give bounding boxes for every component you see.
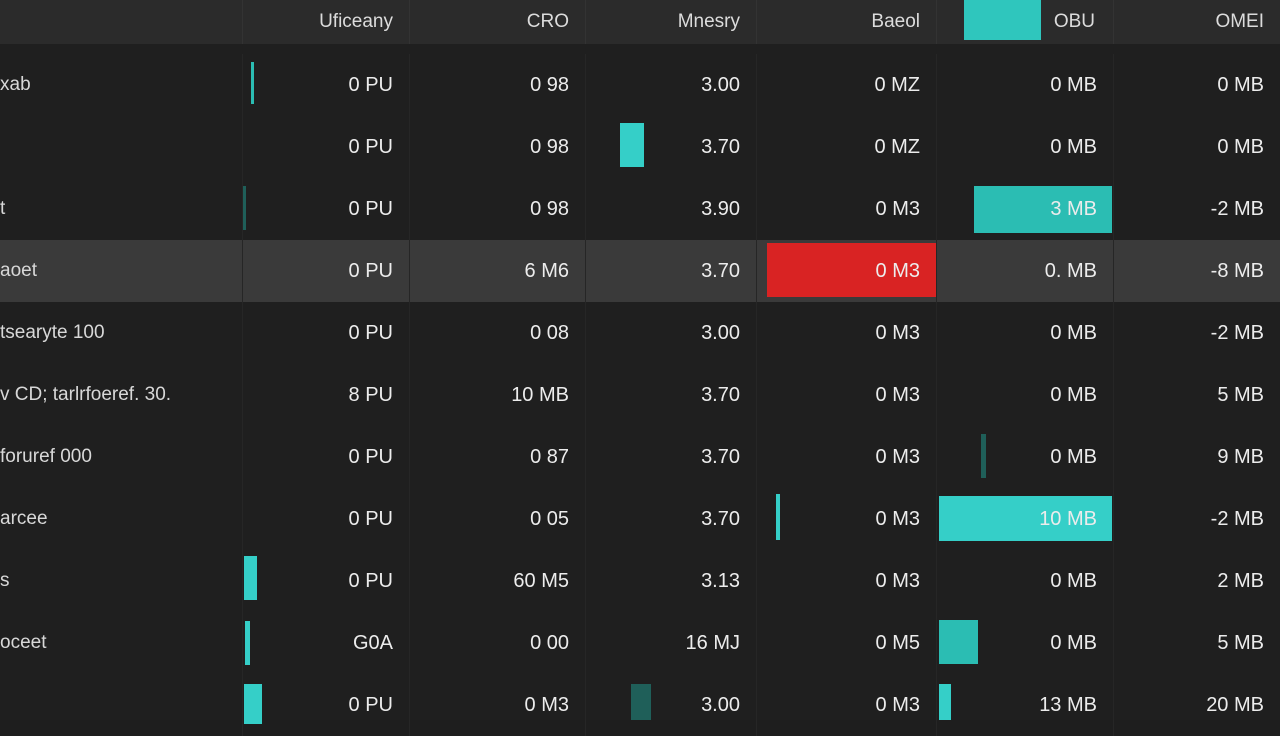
cell-col-3: 3.00 — [585, 302, 756, 364]
process-name: t — [0, 198, 6, 219]
cell-col-5: 0 MB — [936, 612, 1113, 674]
cell-col-5: 0 MB — [936, 550, 1113, 612]
cell-col-3: 3.70 — [585, 240, 756, 302]
cell-col-4: 0 M3 — [756, 550, 936, 612]
cell-col-5: 0 MB — [936, 426, 1113, 488]
process-monitor: Uficeany CRO Mnesry Baeol OBU OMEI xab 0… — [0, 0, 1280, 736]
header-col-4[interactable]: Baeol — [756, 0, 936, 44]
cell-col-4: 0 M5 — [756, 612, 936, 674]
cell-col-2: 0 98 — [409, 116, 585, 178]
cell-col-3: 3.00 — [585, 674, 756, 736]
cell-col-4: 0 M3 — [756, 364, 936, 426]
cell-col-1: 0 PU — [242, 302, 409, 364]
cell-col-3: 3.13 — [585, 550, 756, 612]
table-row[interactable]: t 0 PU 0 98 3.90 0 M3 3 MB -2 MB — [0, 178, 1280, 240]
cell-col-4: 0 M3 — [756, 426, 936, 488]
cell-col-6: 20 MB — [1113, 674, 1280, 736]
sort-indicator — [964, 0, 1041, 40]
process-name: aoet — [0, 260, 37, 281]
cell-col-3: 16 MJ — [585, 612, 756, 674]
header-name[interactable] — [0, 0, 242, 44]
cell-col-5: 0 MB — [936, 116, 1113, 178]
cell-col-2: 0 98 — [409, 178, 585, 240]
cell-col-6: 2 MB — [1113, 550, 1280, 612]
table-row[interactable]: tsearyte 100 0 PU 0 08 3.00 0 M3 0 MB -2… — [0, 302, 1280, 364]
table-header: Uficeany CRO Mnesry Baeol OBU OMEI — [0, 0, 1280, 44]
header-col-6[interactable]: OMEI — [1113, 0, 1280, 44]
table-row[interactable]: 0 PU 0 M3 3.00 0 M3 13 MB 20 MB — [0, 674, 1280, 736]
cell-col-5: 0 MB — [936, 364, 1113, 426]
process-name: tsearyte 100 — [0, 322, 105, 343]
cell-col-6: 0 MB — [1113, 54, 1280, 116]
cell-col-6: 9 MB — [1113, 426, 1280, 488]
cell-col-1: 0 PU — [242, 674, 409, 736]
cell-col-5: 3 MB — [936, 178, 1113, 240]
cell-col-1: 0 PU — [242, 116, 409, 178]
cell-col-6: -2 MB — [1113, 302, 1280, 364]
cell-col-6: 5 MB — [1113, 364, 1280, 426]
cell-col-6: -2 MB — [1113, 488, 1280, 550]
cell-col-2: 6 M6 — [409, 240, 585, 302]
table-row[interactable]: 0 PU 0 98 3.70 0 MZ 0 MB 0 MB — [0, 116, 1280, 178]
cell-col-3: 3.70 — [585, 116, 756, 178]
cell-col-4: 0 M3 — [756, 488, 936, 550]
cell-col-1: 0 PU — [242, 488, 409, 550]
cell-col-1: G0A — [242, 612, 409, 674]
process-name: arcee — [0, 508, 48, 529]
cell-col-1: 8 PU — [242, 364, 409, 426]
process-name — [0, 116, 242, 178]
cell-col-2: 60 M5 — [409, 550, 585, 612]
cell-col-2: 0 08 — [409, 302, 585, 364]
cell-col-3: 3.70 — [585, 488, 756, 550]
cell-col-2: 0 05 — [409, 488, 585, 550]
cell-col-3: 3.90 — [585, 178, 756, 240]
cell-col-4: 0 MZ — [756, 116, 936, 178]
cell-col-4: 0 MZ — [756, 54, 936, 116]
process-name: xab — [0, 74, 31, 95]
table-row[interactable]: arcee 0 PU 0 05 3.70 0 M3 10 MB -2 MB — [0, 488, 1280, 550]
process-name: s — [0, 570, 10, 591]
table-row[interactable]: oceet G0A 0 00 16 MJ 0 M5 0 MB 5 MB — [0, 612, 1280, 674]
cell-col-2: 10 MB — [409, 364, 585, 426]
cell-col-6: -8 MB — [1113, 240, 1280, 302]
cell-col-2: 0 00 — [409, 612, 585, 674]
table-row[interactable]: foruref 000 0 PU 0 87 3.70 0 M3 0 MB 9 M… — [0, 426, 1280, 488]
process-name — [0, 674, 242, 736]
cell-col-3: 3.70 — [585, 426, 756, 488]
cell-col-3: 3.70 — [585, 364, 756, 426]
cell-col-5: 0 MB — [936, 54, 1113, 116]
cell-col-6: 5 MB — [1113, 612, 1280, 674]
cell-col-4: 0 M3 — [756, 240, 936, 302]
header-col-3[interactable]: Mnesry — [585, 0, 756, 44]
process-name: v CD; tarlrfoeref. 30. — [0, 384, 172, 405]
cell-col-2: 0 M3 — [409, 674, 585, 736]
header-col-1[interactable]: Uficeany — [242, 0, 409, 44]
process-name: foruref 000 — [0, 446, 92, 467]
cell-col-1: 0 PU — [242, 240, 409, 302]
table-row[interactable]: s 0 PU 60 M5 3.13 0 M3 0 MB 2 MB — [0, 550, 1280, 612]
cell-col-4: 0 M3 — [756, 178, 936, 240]
cell-col-3: 3.00 — [585, 54, 756, 116]
cell-col-1: 0 PU — [242, 178, 409, 240]
cell-col-5: 10 MB — [936, 488, 1113, 550]
table-row[interactable]: v CD; tarlrfoeref. 30. 8 PU 10 MB 3.70 0… — [0, 364, 1280, 426]
header-col-2[interactable]: CRO — [409, 0, 585, 44]
cell-col-1: 0 PU — [242, 550, 409, 612]
cell-col-2: 0 98 — [409, 54, 585, 116]
cell-col-6: -2 MB — [1113, 178, 1280, 240]
cell-col-4: 0 M3 — [756, 674, 936, 736]
table-row[interactable]: xab 0 PU 0 98 3.00 0 MZ 0 MB 0 MB — [0, 54, 1280, 116]
cell-col-5: 0 MB — [936, 302, 1113, 364]
cell-col-5: 0. MB — [936, 240, 1113, 302]
cell-col-2: 0 87 — [409, 426, 585, 488]
cell-col-6: 0 MB — [1113, 116, 1280, 178]
cell-col-1: 0 PU — [242, 54, 409, 116]
table-row-selected[interactable]: aoet 0 PU 6 M6 3.70 0 M3 0. MB -8 MB — [0, 240, 1280, 302]
cell-col-4: 0 M3 — [756, 302, 936, 364]
cell-col-5: 13 MB — [936, 674, 1113, 736]
process-name: oceet — [0, 632, 47, 653]
cell-col-1: 0 PU — [242, 426, 409, 488]
